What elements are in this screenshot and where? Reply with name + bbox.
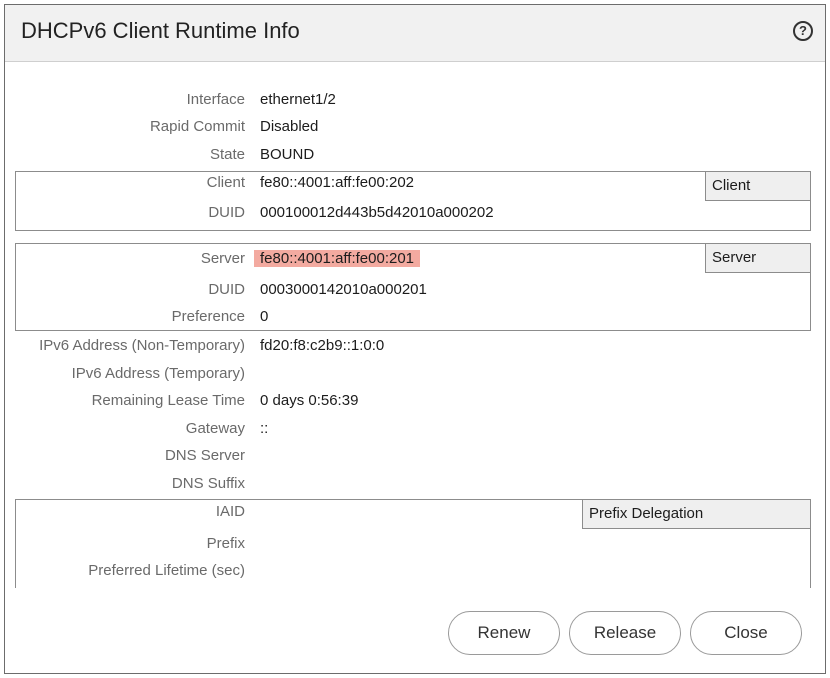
server-duid-label: DUID — [208, 281, 245, 298]
client-duid-row: DUID 000100012d443b5d42010a000202 — [5, 201, 825, 225]
state-row: State BOUND — [5, 143, 825, 167]
preference-row: Preference 0 — [5, 305, 825, 329]
client-duid-label: DUID — [208, 204, 245, 221]
client-label: Client — [206, 174, 245, 191]
help-icon[interactable]: ? — [793, 21, 813, 41]
gateway-value: :: — [260, 420, 269, 437]
server-row: Server fe80::4001:aff:fe00:201 — [5, 247, 825, 271]
lease-row: Remaining Lease Time 0 days 0:56:39 — [5, 389, 825, 413]
preferred-lifetime-label: Preferred Lifetime (sec) — [88, 562, 245, 579]
gateway-row: Gateway :: — [5, 417, 825, 441]
lease-value: 0 days 0:56:39 — [260, 392, 359, 409]
ipv6-non-temp-row: IPv6 Address (Non-Temporary) fd20:f8:c2b… — [5, 334, 825, 358]
client-value: fe80::4001:aff:fe00:202 — [260, 174, 415, 191]
ipv6-non-temp-value: fd20:f8:c2b9::1:0:0 — [260, 337, 385, 354]
dhcpv6-runtime-dialog: DHCPv6 Client Runtime Info ? Interface e… — [4, 4, 826, 674]
prefix-label: Prefix — [206, 535, 245, 552]
dns-server-row: DNS Server — [5, 444, 825, 468]
preferred-lifetime-row: Preferred Lifetime (sec) — [5, 559, 825, 583]
server-duid-value: 0003000142010a000201 — [260, 281, 427, 298]
dns-server-label: DNS Server — [164, 447, 245, 464]
dialog-title: DHCPv6 Client Runtime Info — [21, 18, 300, 43]
rapid-commit-row: Rapid Commit Disabled — [5, 115, 825, 139]
lease-label: Remaining Lease Time — [91, 392, 245, 409]
state-value: BOUND — [260, 146, 315, 163]
client-duid-value: 000100012d443b5d42010a000202 — [260, 204, 494, 221]
client-row: Client fe80::4001:aff:fe00:202 — [5, 171, 825, 195]
rapid-commit-label: Rapid Commit — [149, 118, 245, 135]
ipv6-non-temp-label: IPv6 Address (Non-Temporary) — [39, 337, 245, 354]
server-duid-row: DUID 0003000142010a000201 — [5, 278, 825, 302]
dns-suffix-row: DNS Suffix — [5, 472, 825, 496]
iaid-row: IAID — [5, 500, 825, 524]
release-button[interactable]: Release — [569, 611, 681, 655]
server-value-highlighted: fe80::4001:aff:fe00:201 — [254, 250, 421, 267]
dns-suffix-label: DNS Suffix — [171, 475, 245, 492]
interface-value: ethernet1/2 — [260, 91, 336, 108]
preference-value: 0 — [260, 308, 269, 325]
iaid-label: IAID — [215, 503, 245, 520]
state-label: State — [209, 146, 245, 163]
close-button[interactable]: Close — [690, 611, 802, 655]
interface-label: Interface — [186, 91, 245, 108]
server-label: Server — [200, 250, 245, 267]
interface-row: Interface ethernet1/2 — [5, 88, 825, 112]
ipv6-temp-label: IPv6 Address (Temporary) — [71, 365, 245, 382]
gateway-label: Gateway — [185, 420, 245, 437]
prefix-row: Prefix — [5, 532, 825, 556]
preference-label: Preference — [171, 308, 245, 325]
renew-button[interactable]: Renew — [448, 611, 560, 655]
rapid-commit-value: Disabled — [260, 118, 319, 135]
ipv6-temp-row: IPv6 Address (Temporary) — [5, 362, 825, 386]
dialog-titlebar: DHCPv6 Client Runtime Info ? — [5, 5, 825, 62]
